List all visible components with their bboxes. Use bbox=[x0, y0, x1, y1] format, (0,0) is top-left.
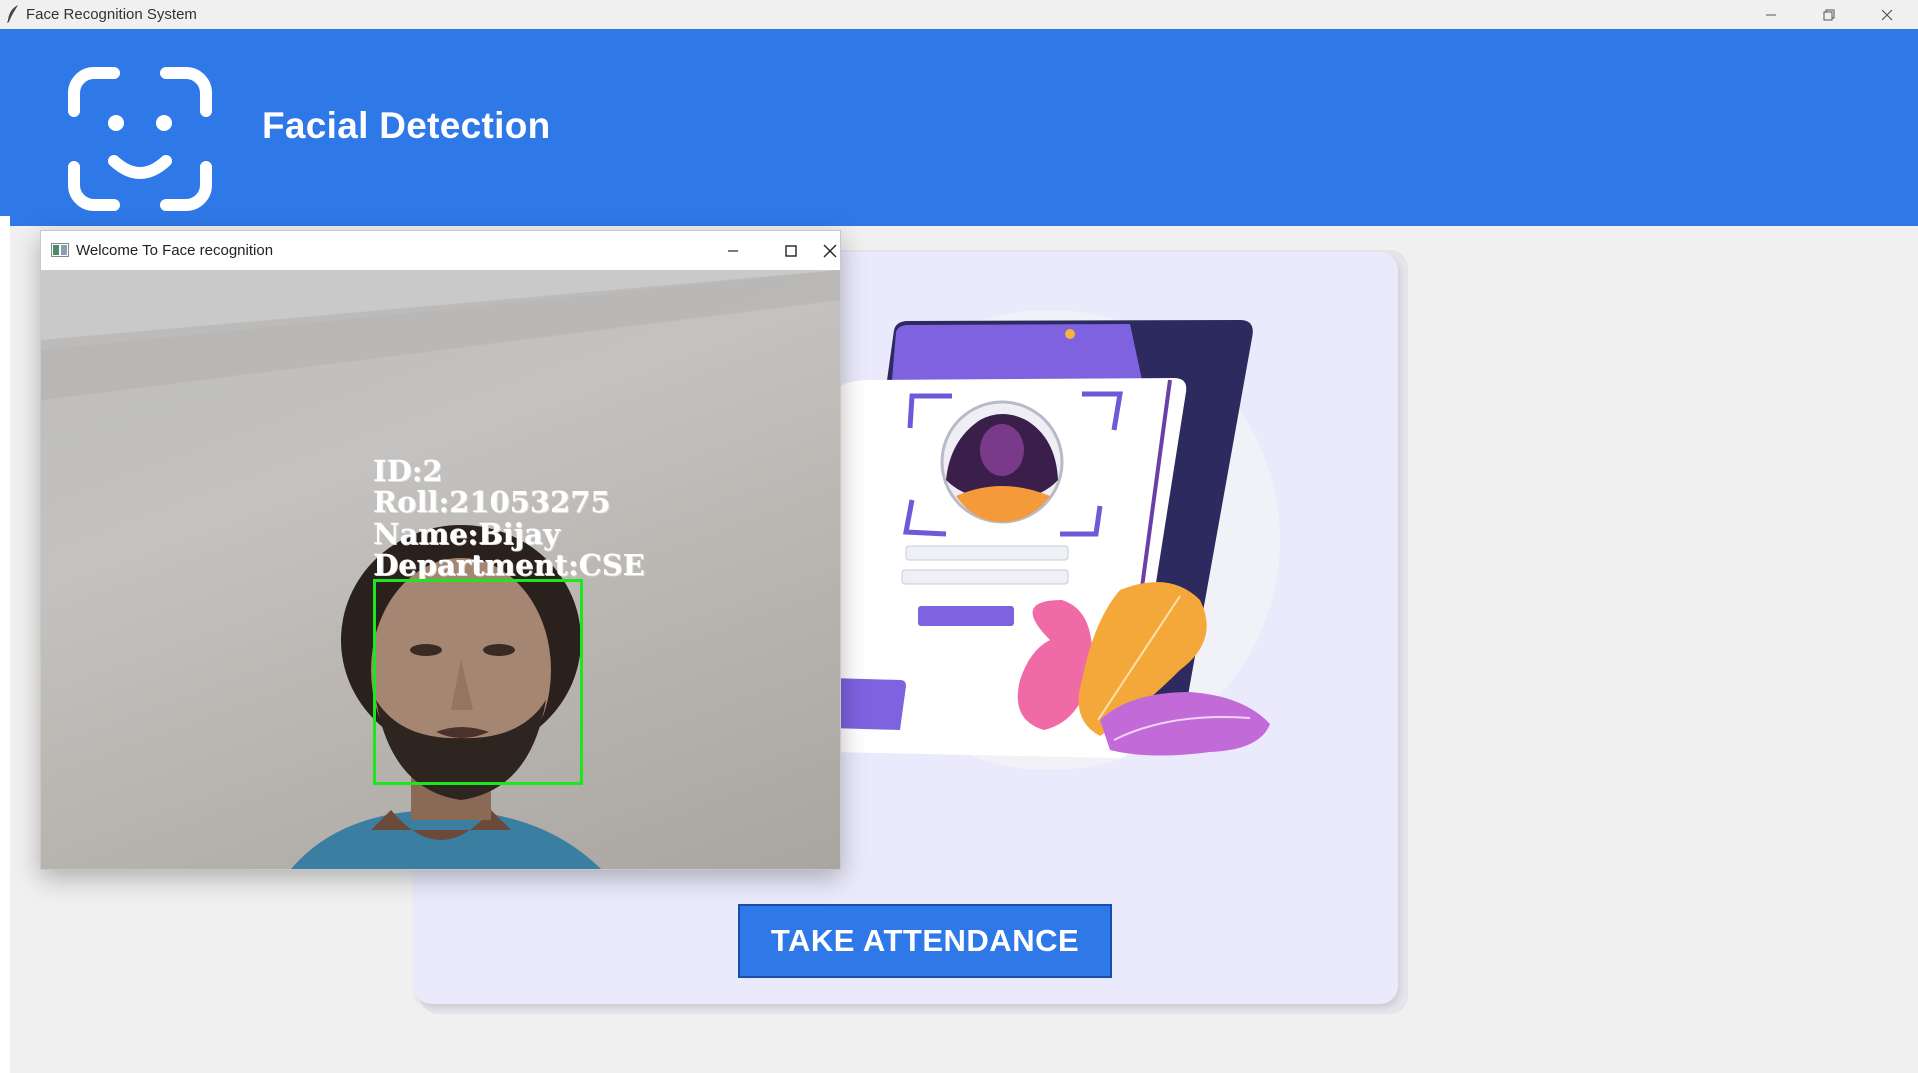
popup-titlebar: Welcome To Face recognition bbox=[41, 231, 840, 270]
app-header: Facial Detection bbox=[0, 29, 1918, 226]
close-button[interactable] bbox=[1858, 0, 1916, 29]
left-edge bbox=[0, 216, 10, 1073]
minimize-button[interactable] bbox=[1742, 0, 1800, 29]
recognition-department: Department:CSE bbox=[373, 548, 645, 582]
main-titlebar: Face Recognition System bbox=[0, 0, 1918, 29]
popup-maximize-button[interactable] bbox=[762, 231, 820, 270]
close-icon bbox=[823, 244, 837, 257]
recognition-name: Name:Bijay bbox=[373, 517, 560, 551]
popup-close-button[interactable] bbox=[820, 231, 840, 270]
face-recognition-window: Welcome To Face recognition ID:2 Roll:21… bbox=[40, 230, 841, 870]
camera-feed: ID:2 Roll:21053275 Name:Bijay Department… bbox=[41, 270, 840, 869]
minimize-icon bbox=[728, 249, 738, 252]
maximize-icon bbox=[785, 244, 797, 257]
face-bounding-box bbox=[373, 579, 583, 785]
close-icon bbox=[1881, 9, 1893, 20]
recognition-roll: Roll:21053275 bbox=[373, 485, 611, 519]
window-title: Face Recognition System bbox=[26, 6, 197, 23]
minimize-icon bbox=[1766, 14, 1776, 15]
window-app-icon bbox=[51, 243, 69, 257]
face-scan-icon bbox=[68, 67, 212, 211]
feather-icon bbox=[7, 5, 18, 23]
popup-minimize-button[interactable] bbox=[704, 231, 762, 270]
page-title: Facial Detection bbox=[262, 105, 551, 146]
popup-title: Welcome To Face recognition bbox=[76, 242, 274, 259]
restore-button[interactable] bbox=[1800, 0, 1858, 29]
restore-icon bbox=[1823, 9, 1835, 20]
recognition-id: ID:2 bbox=[373, 454, 443, 488]
take-attendance-button[interactable]: TAKE ATTENDANCE bbox=[738, 904, 1112, 978]
profile-card-illustration bbox=[830, 310, 1280, 770]
